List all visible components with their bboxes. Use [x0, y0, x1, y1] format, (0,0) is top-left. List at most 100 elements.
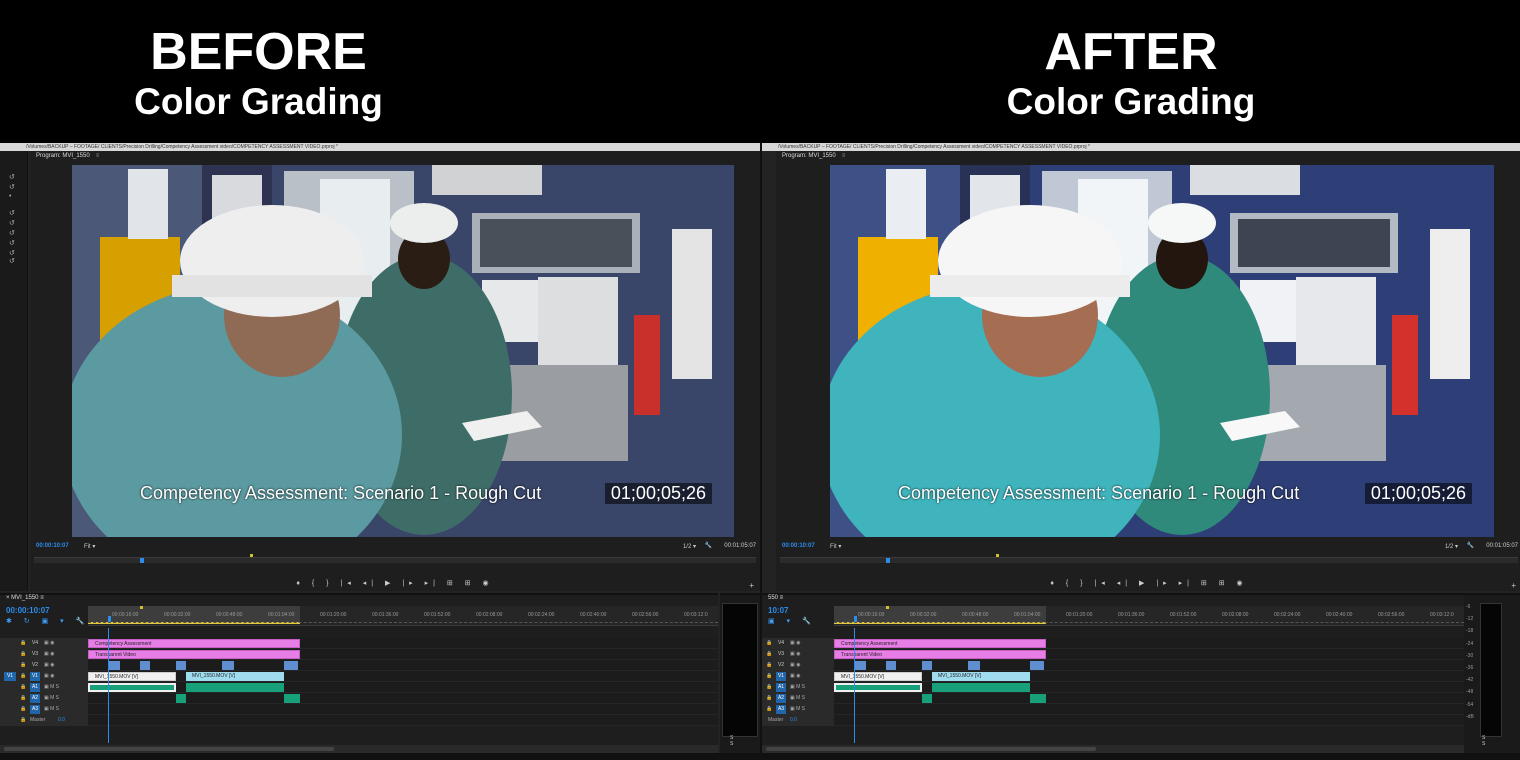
audio-clip[interactable]: [284, 694, 300, 703]
track-lane[interactable]: [834, 715, 1464, 726]
clip-mvi-1550-a[interactable]: MVI_1550.MOV [V]: [88, 672, 176, 681]
mute-solo-icons[interactable]: ▣ M S: [44, 693, 59, 704]
mute-solo-icons[interactable]: ▣ M S: [44, 682, 59, 693]
timeline-tools[interactable]: ▣ ▾ 🔧: [768, 617, 816, 625]
track-lane[interactable]: [88, 704, 718, 715]
track-lane[interactable]: [88, 693, 718, 704]
track-header[interactable]: 🔒 V4 ▣ ◉: [762, 638, 834, 649]
clip-graphic[interactable]: [140, 661, 150, 670]
scrollbar-thumb[interactable]: [4, 747, 334, 751]
lock-icon[interactable]: 🔒: [766, 638, 772, 649]
panel-menu-icon[interactable]: ≡: [842, 153, 846, 159]
track-header[interactable]: 🔒 A2 ▣ M S: [762, 693, 834, 704]
clip-graphic[interactable]: [222, 661, 234, 670]
clip-graphic[interactable]: [176, 661, 186, 670]
solo-buttons[interactable]: S S: [1482, 735, 1520, 747]
eye-icon[interactable]: ▣ ◉: [44, 649, 54, 660]
eye-icon[interactable]: ▣ ◉: [44, 671, 54, 682]
sequence-timecode[interactable]: 00:00:10:07: [6, 606, 50, 615]
track-header[interactable]: 🔒 A1 ▣ M S: [0, 682, 88, 693]
eye-icon[interactable]: ▣ ◉: [790, 638, 800, 649]
undo-icon[interactable]: ↺: [9, 219, 15, 227]
resolution-dropdown[interactable]: 1/2 ▾: [1445, 543, 1458, 550]
transport-controls[interactable]: ♦ { } |◂ ◂| ▶ |▸ ▸| ⊞ ⊞ ◉: [776, 579, 1520, 591]
sequence-timecode[interactable]: 10:07: [768, 606, 788, 615]
audio-clip[interactable]: [834, 683, 922, 692]
track-lane[interactable]: MVI_1550.MOV [V] MVI_1550.MOV [V]: [88, 671, 718, 682]
transport-controls[interactable]: ♦ { } |◂ ◂| ▶ |▸ ▸| ⊞ ⊞ ◉: [30, 579, 760, 591]
audio-clip[interactable]: [186, 683, 284, 692]
scrubber-playhead[interactable]: [886, 558, 890, 563]
solo-buttons[interactable]: S S: [730, 735, 760, 747]
undo-icon[interactable]: ↺: [9, 173, 15, 181]
scrubber-playhead[interactable]: [140, 558, 144, 563]
time-ruler[interactable]: 00:00:16:00 00:00:32:00 00:00:48:00 00:0…: [834, 606, 1464, 626]
mute-solo-icons[interactable]: ▣ M S: [790, 693, 805, 704]
sequence-tab[interactable]: × MVI_1550 ≡: [6, 595, 44, 601]
add-button-icon[interactable]: +: [1511, 581, 1516, 590]
resolution-dropdown[interactable]: 1/2 ▾: [683, 543, 696, 550]
timeline-tools[interactable]: ✱ ↻ ▣ ▾ 🔧: [6, 617, 89, 625]
program-monitor-tab[interactable]: Program: MVI_1550 ≡: [782, 153, 845, 159]
source-patch[interactable]: V1: [4, 672, 16, 681]
timeline-playhead[interactable]: [854, 628, 855, 743]
mute-solo-icons[interactable]: ▣ M S: [44, 704, 59, 715]
eye-icon[interactable]: ▣ ◉: [44, 638, 54, 649]
eye-icon[interactable]: ▣ ◉: [790, 671, 800, 682]
undo-icon[interactable]: ↺: [9, 183, 15, 191]
lock-icon[interactable]: 🔒: [20, 671, 26, 682]
undo-icon[interactable]: ↺: [9, 249, 15, 257]
track-lane[interactable]: Competency Assessment: [88, 638, 718, 649]
zoom-fit-dropdown[interactable]: Fit ▾: [84, 543, 95, 550]
track-lane[interactable]: MVI_1550.MOV [V] MVI_1550.MOV [V]: [834, 671, 1464, 682]
clip-graphic[interactable]: [854, 661, 866, 670]
monitor-scrubber[interactable]: [780, 554, 1518, 563]
timeline-playhead[interactable]: [108, 628, 109, 743]
playhead-timecode[interactable]: 00:00:10:07: [782, 543, 815, 549]
lock-icon[interactable]: 🔒: [20, 693, 26, 704]
clip-mvi-1550-b[interactable]: MVI_1550.MOV [V]: [186, 672, 284, 681]
clip-mvi-1550-b[interactable]: MVI_1550.MOV [V]: [932, 672, 1030, 681]
lock-icon[interactable]: 🔒: [20, 660, 26, 671]
track-lane[interactable]: [88, 682, 718, 693]
track-header[interactable]: 🔒 V2 ▣ ◉: [762, 660, 834, 671]
track-header[interactable]: 🔒 V1 ▣ ◉: [762, 671, 834, 682]
undo-icon[interactable]: ↺: [9, 257, 15, 265]
panel-menu-icon[interactable]: ≡: [96, 153, 100, 159]
track-lane[interactable]: [88, 660, 718, 671]
track-header[interactable]: 🔒 V3 ▣ ◉: [762, 649, 834, 660]
mute-solo-icons[interactable]: ▣ M S: [790, 682, 805, 693]
clip-transparent-video[interactable]: Transparent Video: [834, 650, 1046, 659]
track-lane[interactable]: [88, 715, 718, 726]
track-lane[interactable]: Transparent Video: [88, 649, 718, 660]
clip-graphic[interactable]: [968, 661, 980, 670]
lock-icon[interactable]: 🔒: [20, 682, 26, 693]
track-header[interactable]: 🔒 A3 ▣ M S: [0, 704, 88, 715]
audio-clip[interactable]: [1030, 694, 1046, 703]
undo-icon[interactable]: ↺: [9, 239, 15, 247]
lock-icon[interactable]: 🔒: [766, 660, 772, 671]
lock-icon[interactable]: 🔒: [20, 649, 26, 660]
scrollbar-thumb[interactable]: [766, 747, 1096, 751]
lock-icon[interactable]: 🔒: [766, 649, 772, 660]
timeline-scrollbar[interactable]: [0, 745, 718, 753]
timeline-scrollbar[interactable]: [762, 745, 1464, 753]
mute-solo-icons[interactable]: ▣ M S: [790, 704, 805, 715]
track-header[interactable]: 🔒 A2 ▣ M S: [0, 693, 88, 704]
program-monitor-tab[interactable]: Program: MVI_1550 ≡: [36, 153, 99, 159]
clip-competency-assessment[interactable]: Competency Assessment: [834, 639, 1046, 648]
clip-graphic[interactable]: [108, 661, 120, 670]
audio-clip[interactable]: [88, 683, 176, 692]
time-ruler[interactable]: 00:00:16:00 00:00:32:00 00:00:48:00 00:0…: [88, 606, 718, 626]
lock-icon[interactable]: 🔒: [766, 693, 772, 704]
eye-icon[interactable]: ▣ ◉: [790, 649, 800, 660]
clip-transparent-video[interactable]: Transparent Video: [88, 650, 300, 659]
track-header[interactable]: 🔒 A3 ▣ M S: [762, 704, 834, 715]
lock-icon[interactable]: 🔒: [20, 715, 26, 726]
track-lane[interactable]: [834, 682, 1464, 693]
track-header[interactable]: 🔒 V3 ▣ ◉: [0, 649, 88, 660]
add-button-icon[interactable]: +: [749, 581, 754, 590]
track-lane[interactable]: Transparent Video: [834, 649, 1464, 660]
sequence-tab[interactable]: 550 ≡: [768, 595, 783, 601]
audio-clip[interactable]: [922, 694, 932, 703]
